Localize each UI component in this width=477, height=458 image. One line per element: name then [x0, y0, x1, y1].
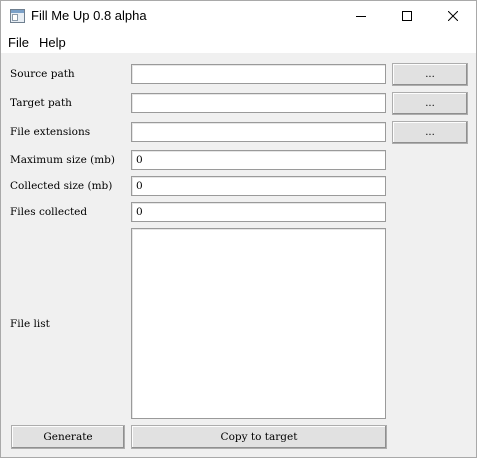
file-extensions-browse-button[interactable]: ...: [392, 121, 468, 144]
files-collected-label: Files collected: [10, 206, 88, 218]
app-window-icon: [10, 9, 25, 23]
target-path-label: Target path: [10, 97, 72, 109]
source-path-browse-button[interactable]: ...: [392, 63, 468, 86]
maximum-size-label: Maximum size (mb): [10, 154, 116, 166]
maximize-icon: [402, 11, 412, 21]
close-button[interactable]: [430, 1, 476, 31]
menu-help[interactable]: Help: [39, 35, 66, 50]
file-list-box[interactable]: [131, 228, 386, 419]
source-path-label: Source path: [10, 68, 75, 80]
minimize-button[interactable]: [338, 1, 384, 31]
file-extensions-label: File extensions: [10, 126, 91, 138]
close-icon: [448, 11, 458, 21]
menu-bar: File Help: [1, 31, 476, 53]
source-path-input[interactable]: [131, 64, 386, 84]
file-list-label: File list: [10, 318, 50, 330]
title-bar[interactable]: Fill Me Up 0.8 alpha: [1, 1, 476, 31]
generate-button[interactable]: Generate: [11, 425, 125, 449]
target-path-browse-button[interactable]: ...: [392, 92, 468, 115]
main-window: Fill Me Up 0.8 alpha File Help Source pa…: [0, 0, 477, 458]
menu-file[interactable]: File: [8, 35, 29, 50]
collected-size-label: Collected size (mb): [10, 180, 113, 192]
files-collected-input[interactable]: 0: [131, 202, 386, 222]
maximize-button[interactable]: [384, 1, 430, 31]
target-path-input[interactable]: [131, 93, 386, 113]
minimize-icon: [356, 11, 366, 21]
copy-to-target-button[interactable]: Copy to target: [131, 425, 387, 449]
collected-size-input[interactable]: 0: [131, 176, 386, 196]
file-extensions-input[interactable]: [131, 122, 386, 142]
window-title: Fill Me Up 0.8 alpha: [31, 8, 147, 23]
maximum-size-input[interactable]: 0: [131, 150, 386, 170]
